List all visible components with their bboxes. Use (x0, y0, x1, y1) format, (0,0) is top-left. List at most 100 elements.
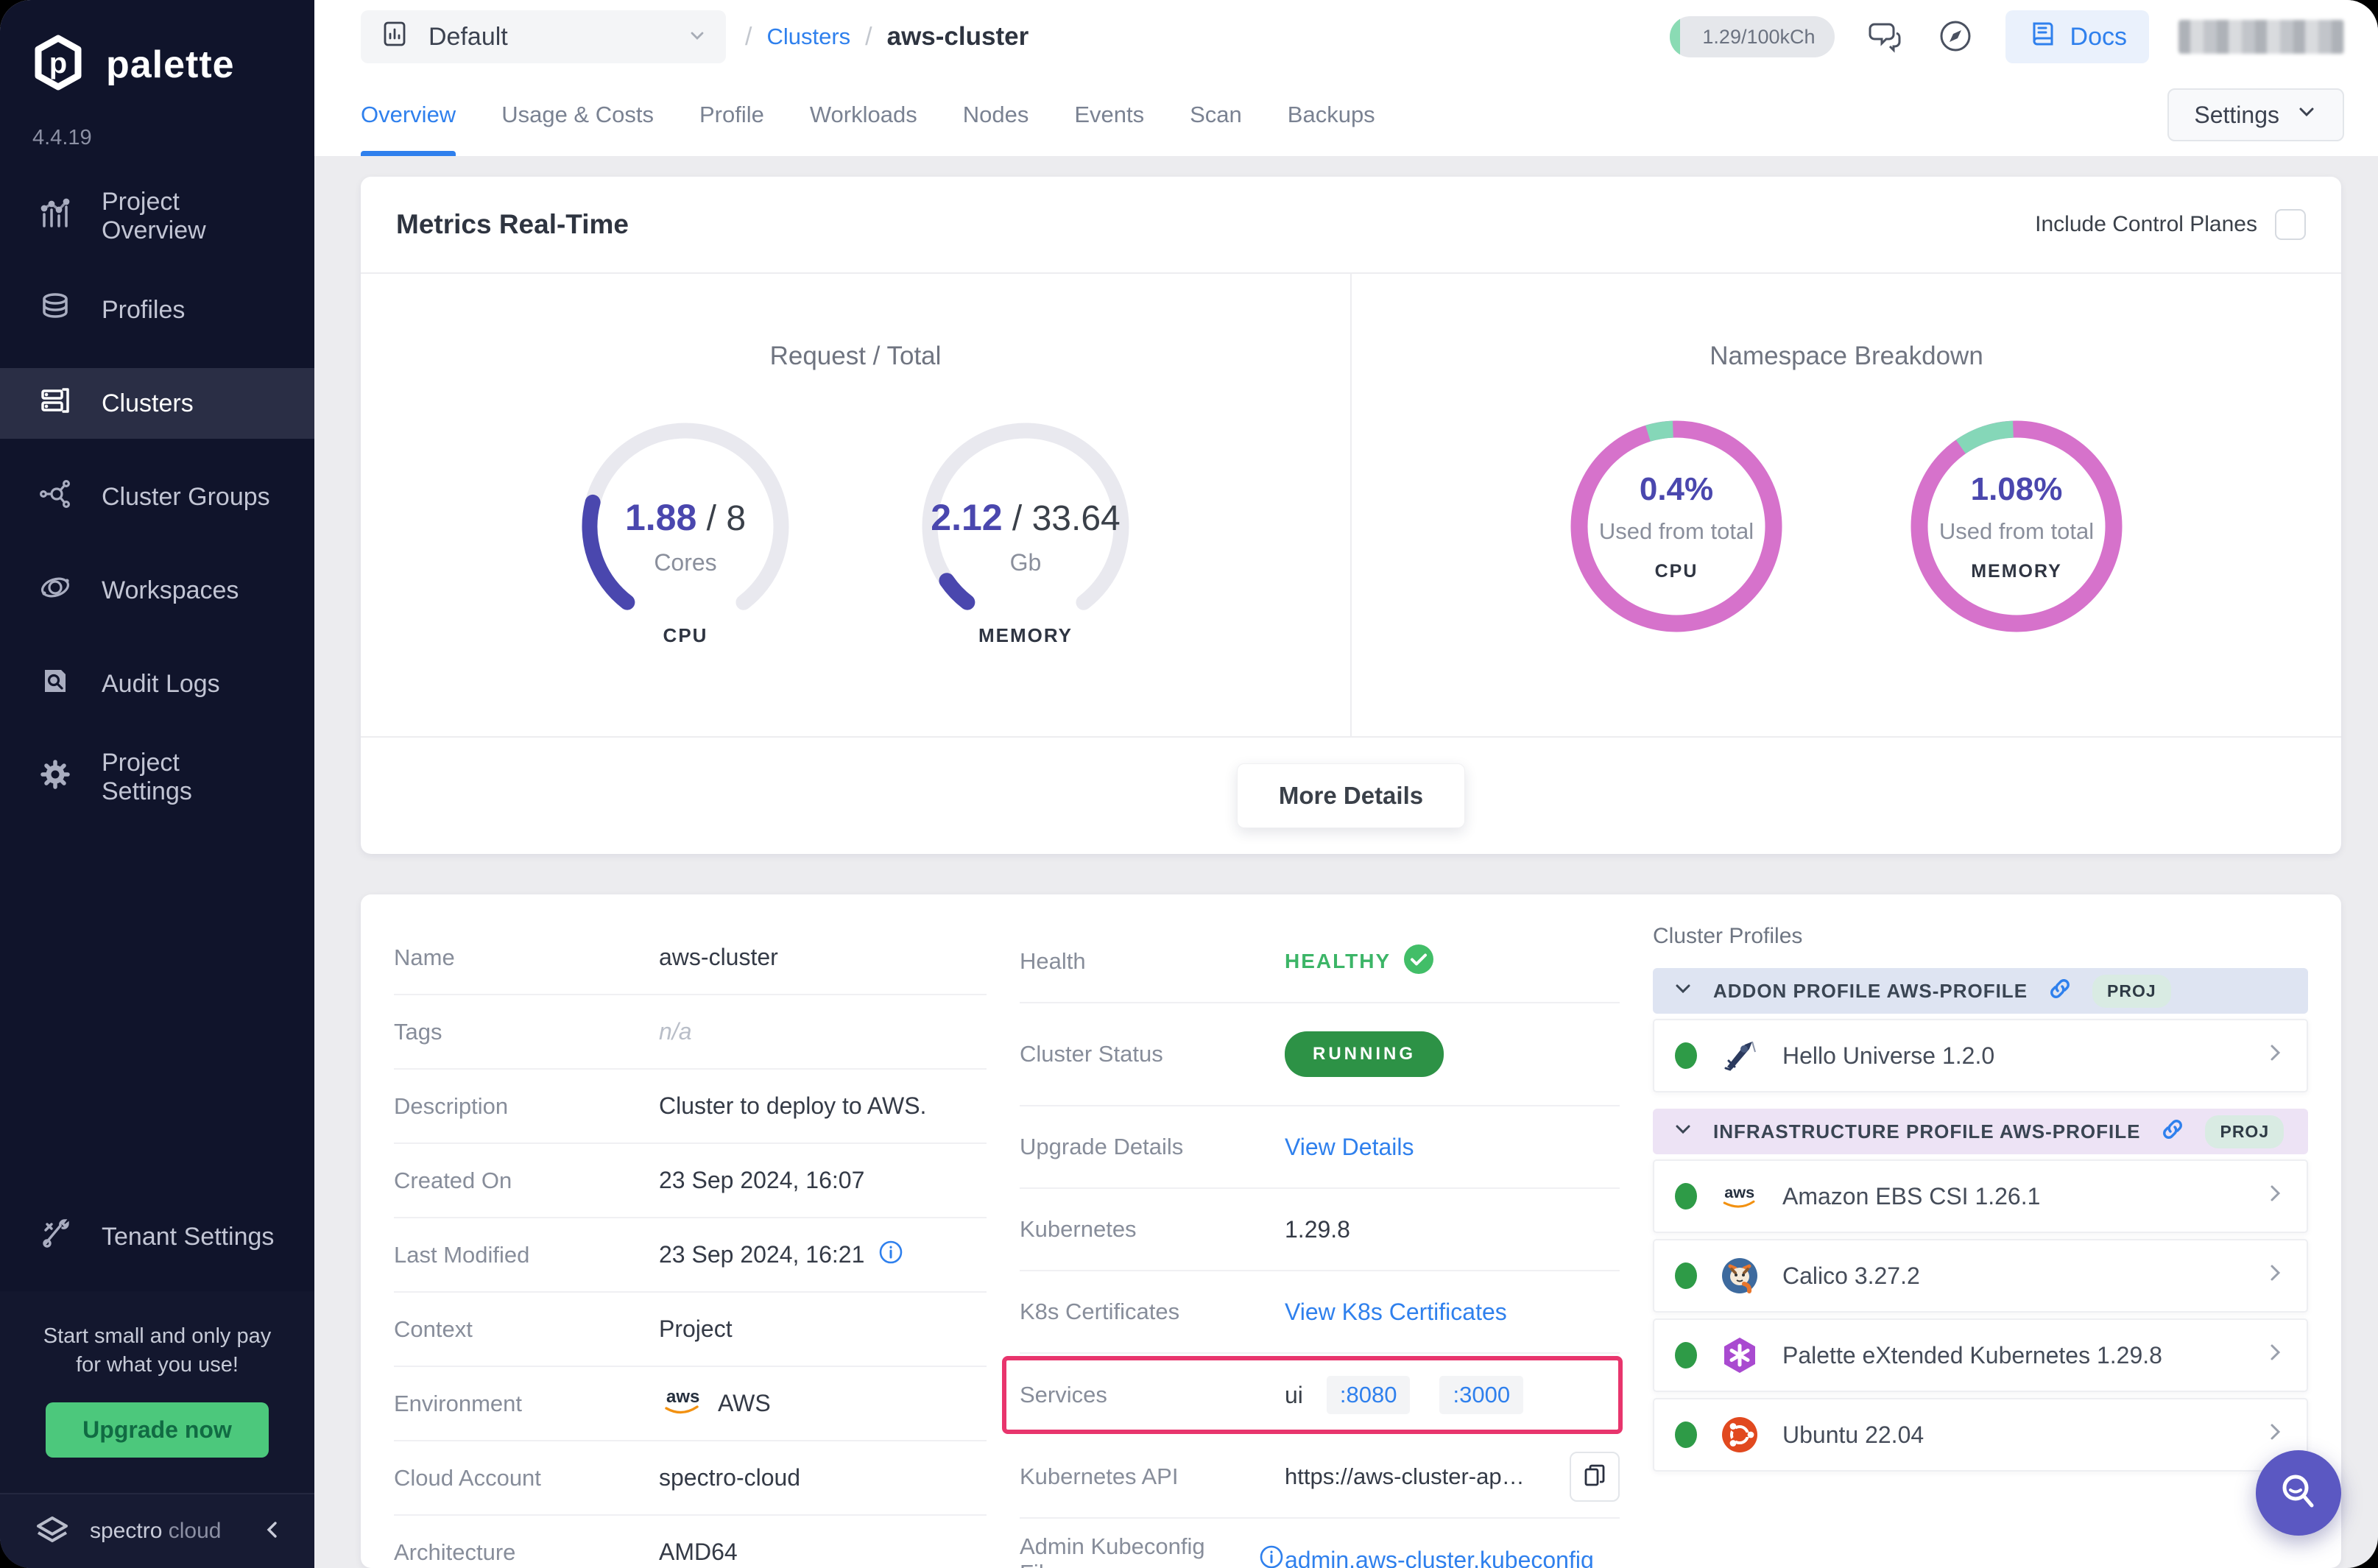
sidebar-item-clusters[interactable]: Clusters (0, 368, 314, 439)
cluster-profiles-panel: Cluster Profiles ADDON PROFILE AWS-PROFI… (1653, 921, 2308, 1568)
sidebar-item-label: Workspaces (102, 576, 239, 605)
docs-button[interactable]: Docs (2005, 10, 2149, 63)
sidebar-item-profiles[interactable]: Profiles (0, 275, 314, 345)
chevron-right-icon (2264, 1341, 2286, 1369)
service-port-8080-link[interactable]: :8080 (1327, 1376, 1411, 1414)
sidebar-item-label: Project Overview (102, 188, 276, 245)
layer-status-dot (1675, 1042, 1697, 1069)
kubernetes-version-value: 1.29.8 (1285, 1216, 1350, 1243)
help-button[interactable] (1935, 15, 1976, 59)
layer-name: Palette eXtended Kubernetes 1.29.8 (1782, 1342, 2162, 1369)
pxk-icon (1719, 1335, 1760, 1376)
svg-text:aws: aws (1724, 1183, 1754, 1201)
bar-chart-icon (38, 197, 72, 237)
tab-nodes[interactable]: Nodes (963, 74, 1029, 156)
profile-layer-hello-universe[interactable]: Hello Universe 1.2.0 (1653, 1019, 2308, 1092)
view-details-link[interactable]: View Details (1285, 1134, 1414, 1161)
docs-label: Docs (2070, 23, 2127, 52)
upgrade-promo: Start small and only pay for what you us… (0, 1291, 314, 1493)
architecture-value: AMD64 (659, 1539, 738, 1566)
details-middle-column: Health HEALTHY Cluster Status RUNNING (1020, 921, 1620, 1568)
cpu-donut-label: CPU (1655, 561, 1698, 582)
aws-icon: aws (1719, 1176, 1760, 1217)
user-name-redacted[interactable] (2178, 20, 2344, 54)
infrastructure-profile-label: INFRASTRUCTURE PROFILE AWS-PROFILE (1713, 1120, 2140, 1143)
layer-name: Amazon EBS CSI 1.26.1 (1782, 1183, 2040, 1210)
cloud-account-value: spectro-cloud (659, 1464, 800, 1491)
kubernetes-api-value: https://aws-cluster-apiserve… (1285, 1463, 1528, 1490)
chevron-down-icon (2296, 101, 2318, 129)
metrics-realtime-card: Metrics Real-Time Include Control Planes… (361, 177, 2341, 854)
sidebar-item-audit-logs[interactable]: Audit Logs (0, 649, 314, 719)
tab-backups[interactable]: Backups (1288, 74, 1375, 156)
collapse-sidebar-icon[interactable] (261, 1519, 283, 1544)
profile-layer-ubuntu[interactable]: Ubuntu 22.04 (1653, 1398, 2308, 1472)
tab-overview[interactable]: Overview (361, 74, 456, 156)
cluster-name-value: aws-cluster (659, 944, 778, 971)
sidebar-item-label: Profiles (102, 296, 185, 325)
usage-quota-badge[interactable]: 1.29/100kCh (1670, 16, 1834, 57)
more-details-button[interactable]: More Details (1237, 763, 1465, 828)
tab-profile[interactable]: Profile (699, 74, 764, 156)
sidebar-item-workspaces[interactable]: Workspaces (0, 555, 314, 626)
info-icon[interactable] (878, 1239, 904, 1271)
link-icon[interactable] (2047, 975, 2073, 1007)
info-icon[interactable] (1258, 1544, 1285, 1568)
memory-donut-chart: 1.08% Used from total MEMORY (1902, 412, 2131, 640)
request-total-panel: Request / Total 1.88 / 8 Cores (361, 274, 1352, 736)
profile-layer-amazon-ebs-csi[interactable]: aws Amazon EBS CSI 1.26.1 (1653, 1159, 2308, 1233)
detail-row-last-modified: Last Modified 23 Sep 2024, 16:21 (394, 1218, 987, 1293)
tab-scan[interactable]: Scan (1190, 74, 1242, 156)
detail-row-context: Context Project (394, 1293, 987, 1367)
project-scope-badge: PROJ (2092, 975, 2171, 1008)
tools-icon (38, 1217, 72, 1257)
tab-usage-costs[interactable]: Usage & Costs (501, 74, 654, 156)
profile-layer-calico[interactable]: Calico 3.27.2 (1653, 1239, 2308, 1313)
chat-button[interactable] (1864, 15, 1905, 59)
chevron-down-icon (1672, 978, 1694, 1005)
project-selector-value: Default (428, 23, 508, 52)
tab-workloads[interactable]: Workloads (810, 74, 917, 156)
details-left-column: Name aws-cluster Tags n/a Description Cl… (394, 921, 987, 1568)
hello-universe-icon (1719, 1035, 1760, 1076)
detail-row-kubernetes: Kubernetes 1.29.8 (1020, 1189, 1620, 1271)
copy-icon (1581, 1462, 1609, 1492)
cpu-unit: Cores (654, 549, 716, 576)
layer-status-dot (1675, 1422, 1697, 1448)
include-control-planes-checkbox[interactable] (2275, 209, 2306, 240)
layer-name: Ubuntu 22.04 (1782, 1422, 1924, 1449)
usage-quota-value: 1.29/100kCh (1702, 26, 1815, 49)
settings-button[interactable]: Settings (2167, 88, 2344, 141)
orbit-icon (38, 571, 72, 611)
service-port-3000-link[interactable]: :3000 (1439, 1376, 1523, 1414)
sidebar-item-label: Tenant Settings (102, 1223, 274, 1251)
layer-name: Hello Universe 1.2.0 (1782, 1042, 1994, 1070)
health-status: HEALTHY (1285, 943, 1435, 981)
sidebar-item-project-settings[interactable]: Project Settings (0, 742, 314, 813)
project-selector[interactable]: Default (361, 10, 726, 63)
sidebar-item-label: Project Settings (102, 749, 276, 806)
brand-name: palette (106, 43, 235, 87)
metrics-title: Metrics Real-Time (396, 209, 629, 240)
admin-kubeconfig-link[interactable]: admin.aws-cluster.kubeconfig (1285, 1547, 1594, 1568)
view-k8s-certificates-link[interactable]: View K8s Certificates (1285, 1299, 1507, 1326)
chevron-down-icon (688, 23, 707, 52)
sidebar-item-cluster-groups[interactable]: Cluster Groups (0, 462, 314, 532)
profile-layer-palette-extended-kubernetes[interactable]: Palette eXtended Kubernetes 1.29.8 (1653, 1318, 2308, 1392)
link-icon[interactable] (2159, 1116, 2186, 1148)
tab-events[interactable]: Events (1074, 74, 1144, 156)
detail-row-admin-kubeconfig: Admin Kubeconfig File admin.aws-cluster.… (1020, 1519, 1620, 1568)
sidebar-item-tenant-settings[interactable]: Tenant Settings (0, 1201, 314, 1272)
copy-api-url-button[interactable] (1570, 1452, 1620, 1502)
upgrade-now-button[interactable]: Upgrade now (46, 1402, 269, 1458)
svg-text:aws: aws (666, 1387, 699, 1407)
namespace-breakdown-title: Namespace Breakdown (1352, 342, 2341, 371)
floating-search-button[interactable] (2256, 1450, 2341, 1536)
infrastructure-profile-header[interactable]: INFRASTRUCTURE PROFILE AWS-PROFILE PROJ (1653, 1109, 2308, 1154)
cpu-donut-chart: 0.4% Used from total CPU (1562, 412, 1790, 640)
addon-profile-header[interactable]: ADDON PROFILE AWS-PROFILE PROJ (1653, 968, 2308, 1014)
project-scope-badge: PROJ (2205, 1115, 2284, 1148)
sidebar-item-project-overview[interactable]: Project Overview (0, 181, 314, 252)
breadcrumb-clusters-link[interactable]: Clusters (766, 24, 850, 50)
sidebar-item-label: Audit Logs (102, 670, 220, 699)
